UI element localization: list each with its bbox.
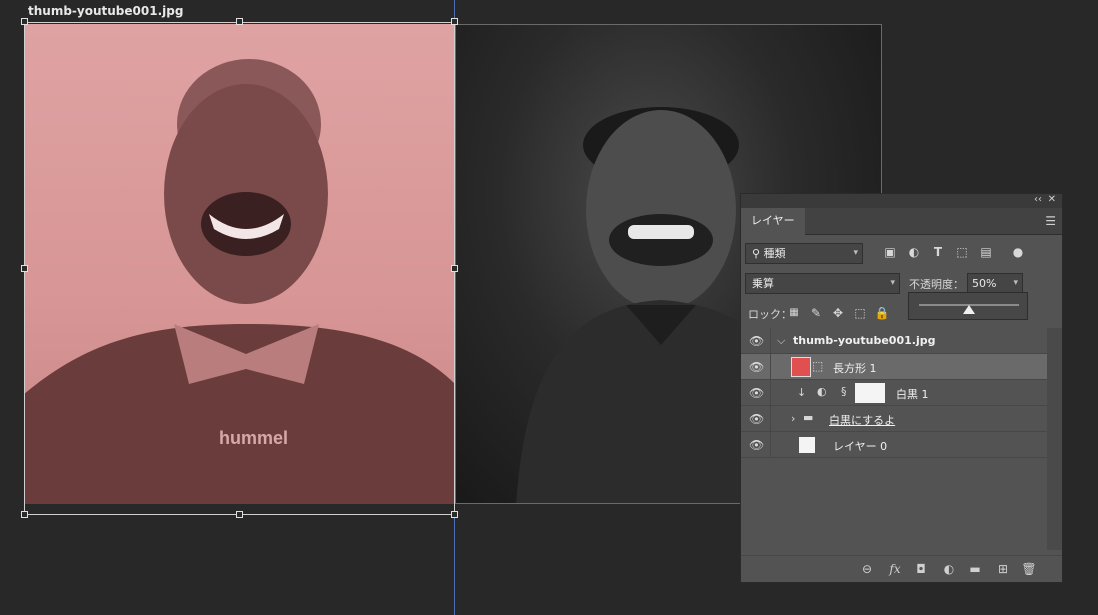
transform-handle[interactable] (451, 18, 458, 25)
visibility-cell[interactable]: 👁 (741, 328, 771, 354)
panel-bottom-toolbar: ⊖ fx ◘ ◐ ▬ ⊞ 🗑 (741, 555, 1062, 582)
lock-transparent-icon[interactable]: ▦ (785, 304, 803, 322)
lock-row: ロック： ▦ ✎ ✥ ⬚ 🔒 (741, 304, 1062, 322)
transform-handle[interactable] (21, 18, 28, 25)
filter-row: ⚲ 種類 ▾ ▣ ◐ T ⬚ ▤ ● (741, 243, 1062, 267)
lock-move-icon[interactable]: ✥ (829, 304, 847, 322)
new-adjustment-icon[interactable]: ◐ (941, 561, 957, 577)
collapse-icon[interactable]: ‹‹ (1034, 194, 1042, 205)
eye-icon[interactable]: 👁 (749, 412, 764, 426)
shape-thumbnail[interactable] (791, 357, 811, 377)
shape-filter-icon[interactable]: ⬚ (953, 243, 971, 261)
layer-name: 白黒にするよ (829, 414, 896, 427)
chevron-down-icon: ▾ (890, 278, 895, 288)
eye-icon[interactable]: 👁 (749, 334, 764, 348)
smart-object-filter-icon[interactable]: ▤ (977, 243, 995, 261)
eye-icon[interactable]: 👁 (749, 386, 764, 400)
close-icon[interactable]: ✕ (1048, 194, 1056, 205)
lock-artboard-icon[interactable]: ⬚ (851, 304, 869, 322)
opacity-input[interactable]: 50% ▾ (967, 273, 1023, 294)
folder-icon[interactable]: ▬ (967, 561, 983, 577)
layer-artboard[interactable]: 👁 ⌵ thumb-youtube001.jpg (741, 328, 1047, 354)
lock-paint-icon[interactable]: ✎ (807, 304, 825, 322)
eye-icon[interactable]: 👁 (749, 360, 764, 374)
clipping-arrow-icon: ↓ (797, 386, 807, 399)
mask-icon[interactable]: ◘ (913, 561, 929, 577)
image-filter-icon[interactable]: ▣ (881, 243, 899, 261)
filter-kind-value: 種類 (763, 247, 786, 260)
chevron-down-icon[interactable]: ⌵ (777, 334, 785, 348)
selection-bounding-box[interactable] (24, 22, 455, 515)
layers-panel: ‹‹ ✕ レイヤー ☰ ⚲ 種類 ▾ ▣ ◐ T ⬚ ▤ ● 乗算 ▾ 不透明度… (740, 193, 1063, 583)
opacity-value: 50% (972, 277, 997, 290)
panel-menu-icon[interactable]: ☰ (1045, 214, 1056, 228)
blend-mode-value: 乗算 (752, 277, 774, 290)
fx-icon[interactable]: fx (887, 561, 903, 577)
layer-adjustment[interactable]: 👁 ↓ ◐ § 白黒 1 (741, 380, 1047, 406)
shape-layer-icon: ⬚ (812, 359, 824, 373)
layer-pixel[interactable]: 👁 レイヤー 0 (741, 432, 1047, 458)
visibility-cell[interactable]: 👁 (741, 354, 771, 380)
folder-icon: ▬ (803, 411, 814, 424)
search-icon: ⚲ (752, 247, 764, 260)
opacity-label: 不透明度： (909, 278, 964, 291)
layer-group[interactable]: 👁 › ▬ 白黒にするよ (741, 406, 1047, 432)
chevron-down-icon[interactable]: ▾ (1013, 274, 1018, 293)
document-title[interactable]: thumb-youtube001.jpg (28, 4, 183, 18)
mask-thumbnail[interactable] (855, 383, 885, 403)
lock-all-icon[interactable]: 🔒 (873, 304, 891, 322)
layer-thumbnail[interactable] (799, 437, 815, 453)
visibility-cell[interactable]: 👁 (741, 380, 771, 406)
type-filter-icon[interactable]: T (929, 243, 947, 261)
chevron-right-icon[interactable]: › (791, 412, 795, 425)
layer-name: 長方形 1 (833, 362, 877, 375)
eye-icon[interactable]: 👁 (749, 438, 764, 452)
transform-handle[interactable] (451, 511, 458, 518)
adjustment-icon: ◐ (817, 385, 827, 398)
trash-icon[interactable]: 🗑 (1021, 561, 1037, 577)
transform-handle[interactable] (21, 511, 28, 518)
blend-mode-select[interactable]: 乗算 ▾ (745, 273, 900, 294)
new-layer-icon[interactable]: ⊞ (995, 561, 1011, 577)
panel-header: ‹‹ ✕ (741, 194, 1062, 208)
layer-name: 白黒 1 (896, 388, 929, 401)
visibility-cell[interactable]: 👁 (741, 406, 771, 432)
adjustment-filter-icon[interactable]: ◐ (905, 243, 923, 261)
link-icon[interactable]: ⊖ (859, 561, 875, 577)
layer-list-scrollbar[interactable] (1047, 328, 1062, 550)
layer-rectangle[interactable]: 👁 ⬚ 長方形 1 (741, 354, 1047, 380)
chevron-down-icon: ▾ (853, 248, 858, 258)
panel-tabbar: レイヤー ☰ (741, 208, 1062, 235)
transform-handle[interactable] (236, 18, 243, 25)
link-icon[interactable]: § (841, 385, 847, 398)
transform-handle[interactable] (451, 265, 458, 272)
visibility-cell[interactable]: 👁 (741, 432, 771, 458)
filter-kind-select[interactable]: ⚲ 種類 ▾ (745, 243, 863, 264)
tab-layers[interactable]: レイヤー (741, 208, 805, 235)
transform-handle[interactable] (21, 265, 28, 272)
layer-name: thumb-youtube001.jpg (793, 334, 936, 347)
layer-name: レイヤー 0 (833, 440, 888, 453)
toggle-filter-icon[interactable]: ● (1009, 243, 1027, 261)
transform-handle[interactable] (236, 511, 243, 518)
layer-list: 👁 ⌵ thumb-youtube001.jpg 👁 ⬚ 長方形 1 👁 ↓ ◐… (741, 328, 1047, 550)
